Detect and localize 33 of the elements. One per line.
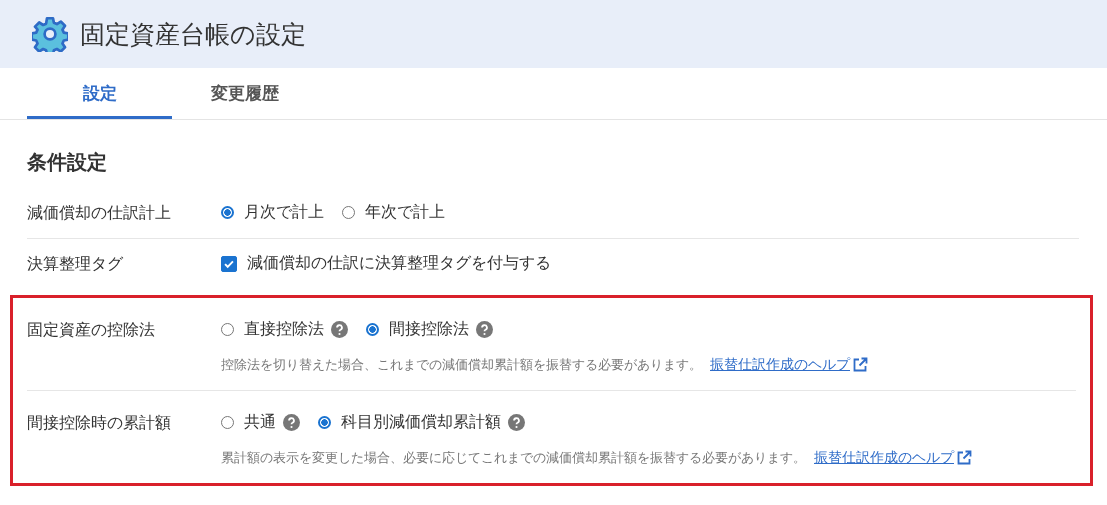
setting-label: 減価償却の仕訳計上	[27, 202, 172, 224]
help-icon[interactable]	[508, 414, 525, 431]
help-icon[interactable]	[331, 321, 348, 338]
hint-text: 累計額の表示を変更した場合、必要に応じてこれまでの減価償却累計額を振替する必要があります。	[221, 449, 806, 467]
option-label[interactable]: 共通	[244, 412, 276, 433]
option-label[interactable]: 間接控除法	[389, 319, 469, 340]
section-title: 条件設定	[26, 149, 108, 176]
option-label[interactable]: 月次で計上	[244, 202, 324, 223]
hint-text: 控除法を切り替えた場合、これまでの減価償却累計額を振替する必要があります。	[221, 356, 702, 374]
setting-label: 固定資産の控除法	[27, 319, 156, 341]
tab[interactable]: 変更履歴	[172, 68, 317, 119]
option-label[interactable]: 直接控除法	[244, 319, 324, 340]
external-link-icon[interactable]	[956, 450, 972, 466]
radio-button[interactable]	[318, 416, 331, 429]
radio-button[interactable]	[221, 323, 234, 336]
help-icon[interactable]	[283, 414, 300, 431]
radio-button[interactable]	[342, 206, 355, 219]
radio-button[interactable]	[221, 416, 234, 429]
radio-button[interactable]	[221, 206, 234, 219]
help-link[interactable]: 振替仕訳作成のヘルプ	[814, 449, 954, 467]
help-icon[interactable]	[476, 321, 493, 338]
setting-label: 間接控除時の累計額	[27, 412, 172, 434]
checkbox[interactable]	[221, 255, 237, 272]
radio-button[interactable]	[366, 323, 379, 336]
help-link[interactable]: 振替仕訳作成のヘルプ	[710, 356, 850, 374]
tab[interactable]: 設定	[27, 68, 172, 119]
external-link-icon[interactable]	[852, 357, 868, 373]
option-label[interactable]: 減価償却の仕訳に決算整理タグを付与する	[247, 253, 551, 274]
settings-icon	[32, 16, 68, 52]
setting-label: 決算整理タグ	[27, 253, 124, 275]
option-label[interactable]: 年次で計上	[365, 202, 445, 223]
page-title: 固定資産台帳の設定	[80, 18, 306, 51]
option-label[interactable]: 科目別減価償却累計額	[341, 412, 501, 433]
